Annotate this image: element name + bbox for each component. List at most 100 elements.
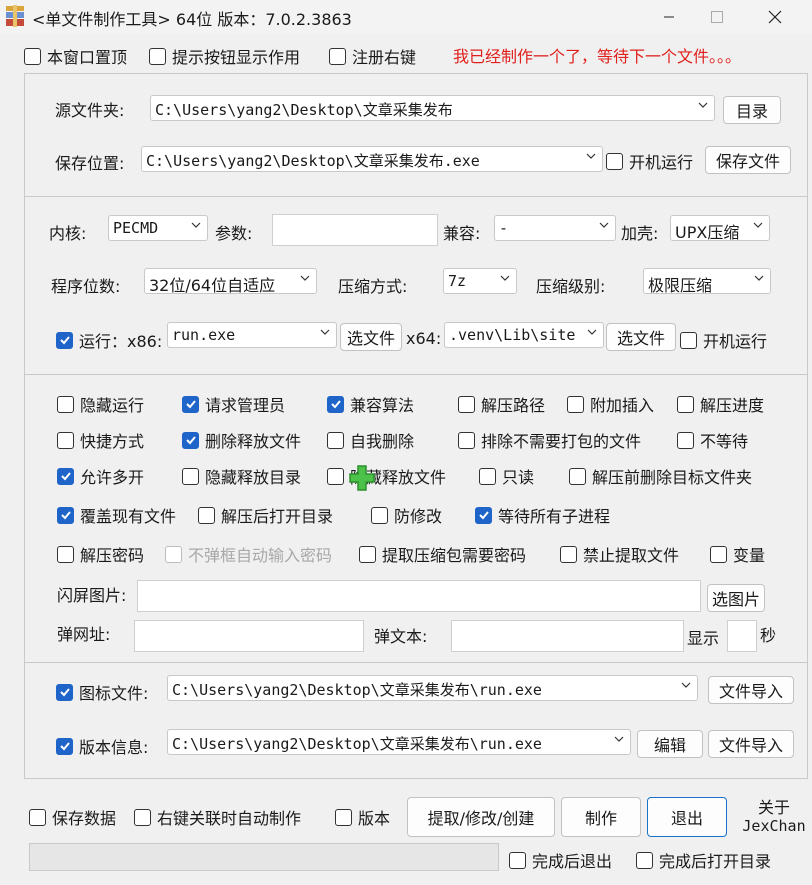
option-overwrite[interactable]: 覆盖现有文件 xyxy=(57,503,176,527)
version-import-button[interactable]: 文件导入 xyxy=(708,730,794,758)
about-link[interactable]: 关于 JexChan xyxy=(736,798,812,836)
tooltip-checkbox[interactable]: 提示按钮显示作用 xyxy=(149,44,300,68)
autorun-checkbox-run[interactable]: 开机运行 xyxy=(680,328,767,352)
select-file-x86-button[interactable]: 选文件 xyxy=(340,323,402,351)
popup-text-input[interactable] xyxy=(451,620,684,652)
close-button[interactable] xyxy=(752,0,798,34)
option-hide-run[interactable]: 隐藏运行 xyxy=(57,392,144,416)
kernel-label: 内核: xyxy=(49,224,87,243)
bits-combo[interactable]: 32位/64位自适应 xyxy=(144,268,317,294)
save-data-checkbox[interactable]: 保存数据 xyxy=(29,805,116,829)
option-anti-modify[interactable]: 防修改 xyxy=(371,503,442,527)
select-image-button[interactable]: 选图片 xyxy=(707,584,765,612)
option-extract-password[interactable]: 解压密码 xyxy=(57,542,144,566)
x64-label: x64: xyxy=(406,329,442,348)
progress-bar xyxy=(29,843,499,871)
compat-combo[interactable]: - xyxy=(494,215,616,241)
check-icon xyxy=(185,400,196,409)
app-icon xyxy=(6,5,24,27)
popup-text-label: 弹文本: xyxy=(374,627,428,646)
directory-button[interactable]: 目录 xyxy=(723,96,781,124)
option-no-wait[interactable]: 不等待 xyxy=(677,428,748,452)
option-delete-released[interactable]: 删除释放文件 xyxy=(182,428,301,452)
option-shortcut[interactable]: 快捷方式 xyxy=(57,428,144,452)
option-exclude-files[interactable]: 排除不需要打包的文件 xyxy=(458,428,641,452)
option-hide-release-dir[interactable]: 隐藏释放目录 xyxy=(182,464,301,488)
kernel-combo[interactable]: PECMD xyxy=(108,215,208,241)
chevron-down-icon xyxy=(500,275,510,281)
icon-file-checkbox[interactable]: 图标文件: xyxy=(56,680,148,704)
option-attach-insert[interactable]: 附加插入 xyxy=(567,392,654,416)
minimize-button[interactable] xyxy=(646,0,692,34)
option-extract-path[interactable]: 解压路径 xyxy=(458,392,545,416)
chevron-down-icon xyxy=(614,736,624,742)
icon-import-button[interactable]: 文件导入 xyxy=(708,676,794,704)
check-icon xyxy=(59,742,70,751)
version-checkbox[interactable]: 版本 xyxy=(335,805,390,829)
option-hide-release-file[interactable]: 隐藏释放文件 xyxy=(327,464,446,488)
option-require-password[interactable]: 提取压缩包需要密码 xyxy=(359,542,526,566)
option-auto-password: 不弹框自动输入密码 xyxy=(165,542,332,566)
compat-label: 兼容: xyxy=(443,224,481,243)
option-extract-progress[interactable]: 解压进度 xyxy=(677,392,764,416)
compress-method-combo[interactable]: 7z xyxy=(443,268,517,294)
icon-file-combo[interactable]: C:\Users\yang2\Desktop\文章采集发布\run.exe xyxy=(167,675,698,701)
chevron-down-icon xyxy=(587,329,597,335)
option-open-dir-after[interactable]: 解压后打开目录 xyxy=(198,503,333,527)
option-self-delete[interactable]: 自我删除 xyxy=(327,428,414,452)
shell-label: 加壳: xyxy=(621,224,659,243)
option-wait-children[interactable]: 等待所有子进程 xyxy=(475,503,610,527)
save-location-combo[interactable]: C:\Users\yang2\Desktop\文章采集发布.exe xyxy=(141,146,603,172)
seconds-label: 秒 xyxy=(760,626,777,645)
close-icon xyxy=(768,10,782,24)
check-icon xyxy=(330,400,341,409)
source-folder-combo[interactable]: C:\Users\yang2\Desktop\文章采集发布 xyxy=(150,95,715,121)
select-file-x64-button[interactable]: 选文件 xyxy=(606,323,676,351)
maximize-button[interactable] xyxy=(694,0,740,34)
compress-method-label: 压缩方式: xyxy=(338,277,408,296)
option-allow-multi[interactable]: 允许多开 xyxy=(57,464,144,488)
check-icon xyxy=(60,511,71,520)
save-file-button[interactable]: 保存文件 xyxy=(705,146,791,174)
compress-level-label: 压缩级别: xyxy=(536,277,606,296)
run-x86-combo[interactable]: run.exe xyxy=(167,322,337,348)
open-dir-after-checkbox[interactable]: 完成后打开目录 xyxy=(636,848,771,872)
show-seconds-input[interactable] xyxy=(727,620,757,652)
popup-url-input[interactable] xyxy=(134,620,364,652)
move-cursor-icon xyxy=(349,465,375,491)
chevron-down-icon xyxy=(300,275,310,281)
splash-input[interactable] xyxy=(137,580,701,612)
main-panel xyxy=(24,73,808,779)
bits-label: 程序位数: xyxy=(51,277,121,296)
autorun-checkbox-top[interactable]: 开机运行 xyxy=(606,149,693,173)
exit-after-checkbox[interactable]: 完成后退出 xyxy=(509,848,612,872)
on-top-checkbox[interactable]: 本窗口置顶 xyxy=(24,44,127,68)
option-delete-target-before[interactable]: 解压前删除目标文件夹 xyxy=(569,464,752,488)
run-x64-combo[interactable]: .venv\Lib\site xyxy=(444,322,604,348)
shell-combo[interactable]: UPX压缩 xyxy=(670,215,770,241)
make-button[interactable]: 制作 xyxy=(561,797,641,837)
title-bar: <单文件制作工具> 64位 版本：7.0.2.3863 xyxy=(0,0,812,34)
run-checkbox[interactable]: 运行：x86: xyxy=(56,328,162,352)
minimize-icon xyxy=(664,16,674,18)
chevron-down-icon xyxy=(586,153,596,159)
option-readonly[interactable]: 只读 xyxy=(479,464,534,488)
register-context-menu-checkbox[interactable]: 注册右键 xyxy=(329,44,416,68)
chevron-down-icon xyxy=(599,222,609,228)
version-info-checkbox[interactable]: 版本信息: xyxy=(56,734,148,758)
option-forbid-extract[interactable]: 禁止提取文件 xyxy=(560,542,679,566)
exit-button[interactable]: 退出 xyxy=(647,797,727,837)
version-info-combo[interactable]: C:\Users\yang2\Desktop\文章采集发布\run.exe xyxy=(167,729,631,755)
check-icon xyxy=(478,511,489,520)
popup-url-label: 弹网址: xyxy=(57,625,111,644)
param-input[interactable] xyxy=(272,214,438,246)
edit-version-button[interactable]: 编辑 xyxy=(637,730,703,758)
check-icon xyxy=(185,436,196,445)
right-click-auto-checkbox[interactable]: 右键关联时自动制作 xyxy=(134,805,301,829)
compress-level-combo[interactable]: 极限压缩 xyxy=(643,268,771,294)
option-compat-algo[interactable]: 兼容算法 xyxy=(327,392,414,416)
option-request-admin[interactable]: 请求管理员 xyxy=(182,392,285,416)
extract-modify-create-button[interactable]: 提取/修改/创建 xyxy=(407,797,555,837)
chevron-down-icon xyxy=(698,102,708,108)
option-variables[interactable]: 变量 xyxy=(710,542,765,566)
